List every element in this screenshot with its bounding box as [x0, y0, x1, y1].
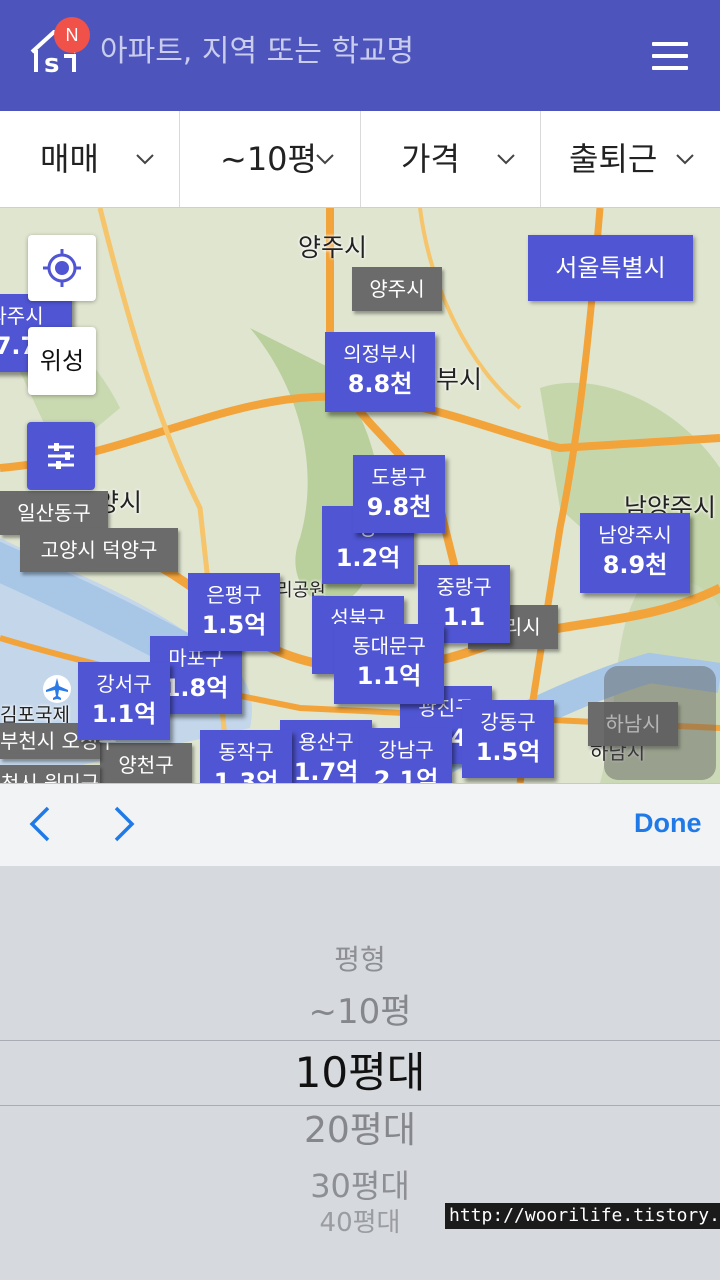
- filter-label: 가격: [401, 140, 460, 178]
- marker-price: 2.1억: [373, 766, 439, 783]
- marker-price: 1.5억: [201, 611, 267, 639]
- filter-bar: 매매 ~10평 가격 출퇴근: [0, 111, 720, 208]
- region-tag[interactable]: 양주시: [352, 267, 442, 311]
- marker-name: 동대문구: [352, 634, 426, 658]
- marker-name: 중랑구: [436, 575, 492, 599]
- marker-price: 1.1억: [91, 700, 157, 728]
- marker-name: 동작구: [218, 740, 274, 764]
- place-label: 양주시: [298, 233, 368, 262]
- notification-badge: N: [54, 17, 90, 53]
- previous-field-icon[interactable]: [24, 804, 56, 844]
- done-button[interactable]: Done: [634, 808, 702, 839]
- size-picker-wheel[interactable]: 평형 ~10평 10평대 20평대 30평대 40평대 http://woori…: [0, 866, 720, 1280]
- price-marker[interactable]: 강서구 1.1억: [78, 662, 170, 740]
- region-tag[interactable]: 천시 원미구: [0, 765, 100, 783]
- picker-option[interactable]: 30평대: [0, 1166, 720, 1206]
- price-marker[interactable]: 은평구 1.5억: [188, 573, 280, 651]
- filter-size[interactable]: ~10평: [180, 111, 361, 207]
- city-select-button[interactable]: 서울특별시: [528, 235, 693, 301]
- marker-price: 1.7억: [293, 758, 359, 783]
- marker-name: 강서구: [96, 672, 152, 696]
- svg-text:s: s: [44, 49, 59, 79]
- marker-price: 8.9천: [602, 551, 668, 579]
- filter-trade-type[interactable]: 매매: [0, 111, 180, 207]
- chevron-down-icon: [316, 154, 334, 165]
- picker-option[interactable]: ~10평: [0, 990, 720, 1034]
- price-marker[interactable]: 동대문구 1.1억: [334, 624, 444, 704]
- assistive-touch-button[interactable]: [604, 666, 716, 780]
- sliders-icon: [48, 443, 74, 469]
- marker-price: 9.8천: [366, 493, 432, 521]
- price-marker[interactable]: 강동구 1.5억: [462, 700, 554, 778]
- crosshair-icon: [43, 249, 81, 287]
- filter-label: 매매: [40, 140, 99, 178]
- price-marker[interactable]: 동작구 1.3억: [200, 730, 292, 783]
- marker-price: 1.3억: [213, 768, 279, 783]
- picker-option[interactable]: 20평대: [0, 1108, 720, 1154]
- chevron-down-icon: [136, 154, 154, 165]
- marker-price: 1.1억: [356, 662, 422, 690]
- my-location-button[interactable]: [28, 235, 96, 301]
- marker-price: 1.2억: [335, 544, 401, 572]
- marker-name: 파주시: [0, 304, 44, 328]
- marker-name: 강남구: [378, 738, 434, 762]
- place-label: 부시: [436, 365, 483, 394]
- chevron-down-icon: [676, 154, 694, 165]
- marker-price: 1.5억: [475, 738, 541, 766]
- chevron-down-icon: [497, 154, 515, 165]
- marker-name: 도봉구: [371, 465, 427, 489]
- marker-name: 강동구: [480, 710, 536, 734]
- marker-price: 8.8천: [347, 370, 413, 398]
- picker-option[interactable]: 평형: [0, 942, 720, 978]
- filter-price[interactable]: 가격: [361, 111, 541, 207]
- keyboard-accessory-bar: Done: [0, 783, 720, 866]
- price-marker[interactable]: 강남구 2.1억: [360, 728, 452, 783]
- marker-name: 은평구: [206, 583, 262, 607]
- price-marker[interactable]: 의정부시 8.8천: [325, 332, 435, 412]
- marker-name: 용산구: [298, 730, 354, 754]
- marker-name: 의정부시: [343, 342, 417, 366]
- filter-label: ~10평: [220, 140, 317, 178]
- map-settings-button[interactable]: [27, 422, 95, 490]
- marker-name: 남양주시: [598, 523, 672, 547]
- app-header: s N 아파트, 지역 또는 학교명: [0, 0, 720, 111]
- price-marker[interactable]: 도봉구 9.8천: [353, 455, 445, 533]
- hamburger-menu-icon[interactable]: [646, 36, 694, 76]
- satellite-toggle-button[interactable]: 위성: [28, 327, 96, 395]
- next-field-icon[interactable]: [108, 804, 140, 844]
- filter-label: 출퇴근: [569, 140, 658, 178]
- search-input[interactable]: 아파트, 지역 또는 학교명: [100, 30, 414, 74]
- airport-icon: [46, 678, 68, 700]
- region-tag[interactable]: 고양시 덕양구: [20, 528, 178, 572]
- filter-commute[interactable]: 출퇴근: [541, 111, 720, 207]
- picker-option-selected[interactable]: 10평대: [0, 1046, 720, 1100]
- price-marker[interactable]: 남양주시 8.9천: [580, 513, 690, 593]
- watermark: http://woorilife.tistory.com: [445, 1203, 720, 1229]
- map-view[interactable]: 양주시 부시 남양주시 양시 하남시 김포국제 리공원 양주시 일산동구 고양시…: [0, 208, 720, 783]
- price-marker[interactable]: 용산구 1.7억: [280, 720, 372, 783]
